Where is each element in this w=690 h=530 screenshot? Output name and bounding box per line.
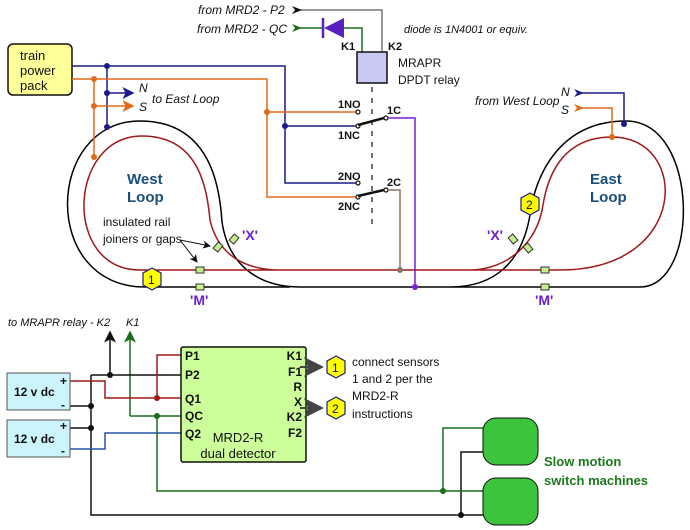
to-east-loop-label: to East Loop (152, 92, 220, 106)
sensor-2-hex: 2 (520, 192, 540, 216)
qc-arrow (292, 24, 302, 32)
diode-icon (321, 18, 344, 38)
gaps-note: insulated rail (103, 215, 170, 229)
c1-wire (388, 117, 416, 287)
instructions-text: instructions (352, 407, 413, 421)
north-wire (72, 65, 356, 184)
contact-2no: 2NO (338, 171, 361, 183)
east-loop-label: Loop (590, 189, 627, 206)
sensor-2-number: 2 (332, 402, 339, 416)
north-label: N (139, 81, 148, 95)
south-arrow-east (574, 104, 584, 112)
supply-minus: - (61, 398, 65, 412)
power-pack-label: power (20, 63, 56, 78)
west-loop-label: West (127, 171, 163, 188)
relay-coil (356, 51, 388, 84)
power-pack-label: pack (20, 78, 48, 93)
sensor-2-number: 2 (526, 198, 533, 212)
diode-note: diode is 1N4001 or equiv. (404, 24, 528, 36)
power-supply-1: 12 v dc + - (6, 372, 71, 412)
contact-2c: 2C (387, 177, 401, 189)
pin-k1: K1 (287, 349, 303, 363)
instructions-text: 1 and 2 per the (352, 372, 433, 386)
contact-1c: 1C (387, 105, 401, 117)
sensor-2-hex-legend: 2 (326, 396, 346, 420)
sensor-1-number: 1 (332, 361, 339, 375)
m-marker-west: 'M' (190, 292, 208, 308)
c2-wire (388, 189, 401, 270)
blue-wire (70, 432, 181, 450)
inner-rail (83, 135, 666, 271)
supply-plus: + (60, 419, 67, 433)
contact-1no: 1NO (338, 99, 361, 111)
contact-1nc: 1NC (338, 130, 360, 142)
sensor-1-number: 1 (148, 273, 155, 287)
supply-minus: - (61, 444, 65, 458)
pin-k2: K2 (287, 410, 303, 424)
pin-f2: F2 (288, 426, 302, 440)
pin-p1: P1 (185, 349, 200, 363)
supply-label: 12 v dc (14, 432, 55, 446)
relay-name: MRAPR (398, 56, 442, 70)
to-relay-label: to MRAPR relay - K2 (8, 317, 110, 329)
p2-arrow (292, 6, 302, 14)
x-marker-west: 'X' (242, 227, 258, 243)
pin-qc: QC (185, 409, 203, 423)
gaps-note: joiners or gaps (102, 232, 182, 246)
sensor-1-hex: 1 (142, 267, 162, 291)
machines-label: switch machines (544, 473, 648, 488)
from-p2-label: from MRD2 - P2 (198, 3, 285, 17)
pin-p2: P2 (185, 368, 200, 382)
wiring-diagram: train power pack N S to East Loop from W… (6, 3, 684, 526)
contact-2nc: 2NC (338, 201, 360, 213)
south-label: S (139, 100, 147, 114)
supply-label: 12 v dc (14, 385, 55, 399)
instructions-text: MRD2-R (352, 389, 399, 403)
from-qc-label: from MRD2 - QC (197, 22, 287, 36)
mrd2-r-detector: P1 P2 Q1 QC Q2 K1 F1 R X K2 F2 MRD2-R du… (180, 346, 307, 463)
switch-machine-2 (482, 477, 539, 526)
red-wire (70, 354, 181, 399)
k2-label: K2 (388, 41, 402, 53)
k1-output-label: K1 (126, 317, 139, 329)
instructions-text: connect sensors (352, 355, 439, 369)
machines-label: Slow motion (544, 454, 621, 469)
detector-subtitle: dual detector (200, 446, 276, 461)
north-arrow-east (574, 89, 584, 97)
x-marker-east: 'X' (487, 227, 503, 243)
west-loop-label: Loop (127, 189, 164, 206)
power-pack-label: train (20, 48, 45, 63)
pin-r: R (293, 380, 302, 394)
from-west-loop-label: from West Loop (475, 94, 560, 108)
east-south-label: S (561, 103, 569, 117)
detector-name: MRD2-R (213, 430, 264, 445)
sensor-1-hex-legend: 1 (326, 355, 346, 379)
m-marker-east: 'M' (535, 292, 553, 308)
power-supply-2: 12 v dc + - (6, 419, 71, 458)
switch-machine-1 (482, 417, 539, 466)
k1-label: K1 (341, 41, 355, 53)
supply-plus: + (60, 374, 67, 388)
relay-type: DPDT relay (398, 73, 460, 87)
pin-x: X (294, 395, 302, 409)
pin-q2: Q2 (185, 427, 201, 441)
east-loop-label: East (590, 171, 622, 188)
pin-q1: Q1 (185, 392, 201, 406)
east-north-label: N (561, 85, 570, 99)
